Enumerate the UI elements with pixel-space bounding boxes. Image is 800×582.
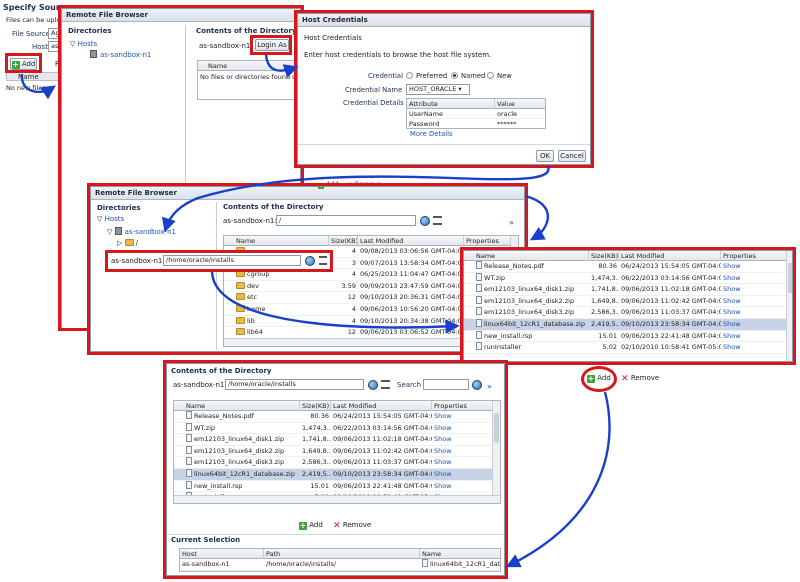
arrow-ok-to-browser2 — [161, 165, 550, 233]
arrow-path-to-files — [210, 271, 460, 334]
arrow-add-to-final — [505, 391, 611, 568]
arrow-add-to-browser — [20, 73, 56, 100]
arrow-browser2-to-popup — [524, 194, 549, 241]
flow-arrows — [20, 54, 611, 568]
arrow-login-to-credentials — [264, 54, 299, 78]
